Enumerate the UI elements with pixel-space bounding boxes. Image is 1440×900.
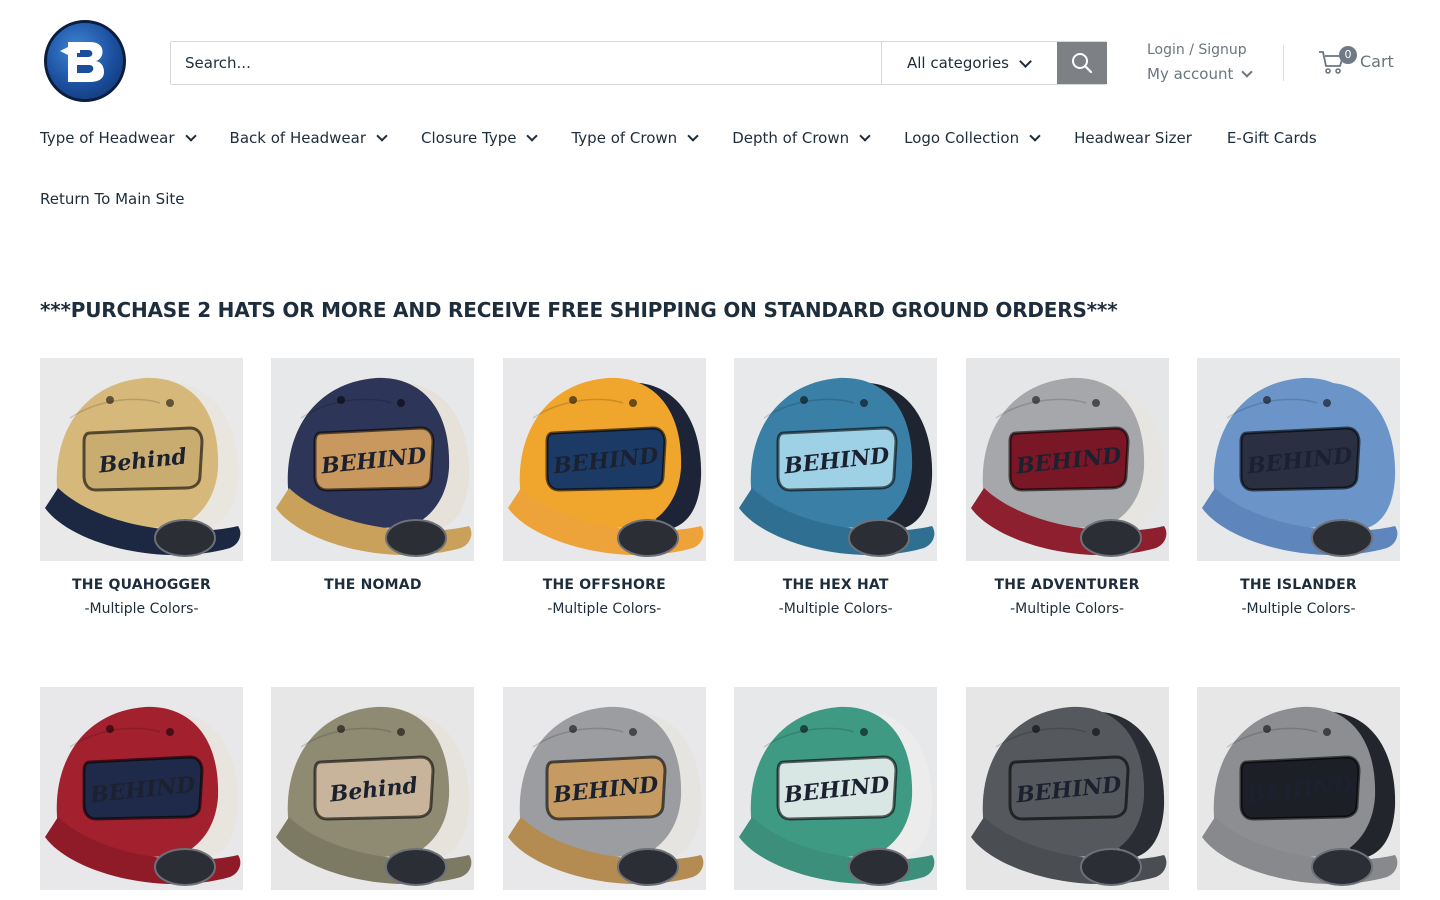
chevron-down-icon [1029, 130, 1041, 142]
cart-count-badge: 0 [1339, 46, 1357, 64]
cart-button[interactable]: 0 Cart [1318, 46, 1394, 75]
chevron-down-icon [1019, 54, 1032, 68]
product-card[interactable]: BEHIND THE HEX HAT -Multiple Colors- [734, 358, 938, 617]
product-title[interactable]: THE HEX HAT [734, 577, 937, 593]
product-image[interactable]: BEHIND [271, 358, 475, 561]
category-select-label: All categories [907, 54, 1009, 72]
product-card[interactable]: BEHIND THE ADVENTURER -Multiple Colors- [965, 358, 1169, 617]
nav-item-type-of-crown[interactable]: Type of Crown [571, 129, 699, 147]
nav-item-label: Type of Headwear [40, 129, 175, 147]
product-title[interactable]: THE OFFSHORE [503, 577, 706, 593]
cap-illustration: BEHIND [965, 358, 1169, 561]
cap-illustration: BEHIND [734, 687, 938, 890]
product-title[interactable]: THE ADVENTURER [966, 577, 1169, 593]
category-select[interactable]: All categories [881, 42, 1057, 84]
nav-item-return-to-main-site[interactable]: Return To Main Site [40, 190, 184, 208]
product-card[interactable]: BEHIND THE ISLANDER -Multiple Colors- [1197, 358, 1400, 617]
chevron-down-icon [526, 130, 539, 142]
search-icon [1072, 53, 1093, 74]
product-card[interactable]: Behind [271, 687, 475, 890]
product-card[interactable]: Behind THE QUAHOGGER -Multiple Colors- [40, 358, 243, 617]
cap-illustration: BEHIND [1197, 358, 1400, 561]
product-card[interactable]: BEHIND [502, 687, 706, 890]
login-signup-link[interactable]: Login / Signup [1147, 40, 1267, 60]
chevron-down-icon [376, 130, 388, 142]
brand-logo[interactable] [44, 20, 126, 102]
product-card[interactable]: BEHIND THE OFFSHORE -Multiple Colors- [502, 358, 706, 617]
product-image[interactable]: BEHIND [40, 687, 243, 890]
nav-row-2: Return To Main Site [40, 190, 219, 208]
nav-item-closure-type[interactable]: Closure Type [421, 129, 539, 147]
cap-illustration: BEHIND [965, 687, 1169, 890]
search-input[interactable] [171, 42, 881, 84]
cap-illustration: BEHIND [271, 358, 475, 561]
product-card[interactable]: BEHIND [965, 687, 1169, 890]
nav-row: Type of Headwear Back of Headwear Closure … [40, 126, 1420, 150]
product-title[interactable]: THE QUAHOGGER [40, 577, 243, 593]
cap-illustration: Behind [40, 358, 243, 561]
product-subtitle: -Multiple Colors- [1241, 601, 1356, 617]
nav-item-label: Type of Crown [571, 129, 678, 147]
product-image[interactable]: BEHIND [502, 358, 706, 561]
product-card[interactable]: BEHIND [1197, 687, 1400, 890]
my-account-dropdown[interactable]: My account [1147, 62, 1267, 86]
cap-illustration: BEHIND [1197, 687, 1400, 890]
product-title[interactable]: THE ISLANDER [1197, 577, 1400, 593]
product-card[interactable]: BEHIND [734, 687, 938, 890]
cap-illustration: BEHIND [40, 687, 243, 890]
cart-label: Cart [1360, 51, 1394, 71]
nav-item-label: Headwear Sizer [1074, 129, 1192, 147]
chevron-down-icon [859, 130, 871, 142]
chevron-down-icon [687, 130, 699, 142]
header-divider [1283, 45, 1284, 81]
product-image[interactable]: BEHIND [965, 687, 1169, 890]
cap-illustration: Behind [271, 687, 475, 890]
product-image[interactable]: BEHIND [734, 358, 938, 561]
product-image[interactable]: BEHIND [965, 358, 1169, 561]
product-image[interactable]: Behind [271, 687, 475, 890]
product-card[interactable]: BEHIND [40, 687, 243, 890]
product-image[interactable]: BEHIND [502, 687, 706, 890]
cap-illustration: BEHIND [734, 358, 938, 561]
nav-item-label: Depth of Crown [732, 129, 850, 147]
my-account-label: My account [1147, 65, 1234, 83]
product-subtitle: -Multiple Colors- [778, 601, 893, 617]
nav-item-label: E-Gift Cards [1226, 129, 1317, 147]
promo-banner: ***PURCHASE 2 HATS OR MORE AND RECEIVE F… [40, 298, 1118, 322]
nav-item-type-of-headwear[interactable]: Type of Headwear [40, 129, 197, 147]
product-image[interactable]: BEHIND [1197, 358, 1400, 561]
product-subtitle: -Multiple Colors- [84, 601, 199, 617]
product-image[interactable]: BEHIND [1197, 687, 1400, 890]
product-image[interactable]: Behind [40, 358, 243, 561]
product-subtitle: -Multiple Colors- [547, 601, 662, 617]
nav-item-label: Closure Type [421, 129, 517, 147]
product-title[interactable]: THE NOMAD [271, 577, 474, 593]
chevron-down-icon [1241, 66, 1254, 78]
nav-item-e-gift-cards[interactable]: E-Gift Cards [1227, 129, 1317, 147]
chevron-down-icon [184, 130, 197, 142]
nav-item-back-of-headwear[interactable]: Back of Headwear [229, 129, 388, 147]
product-image[interactable]: BEHIND [734, 687, 938, 890]
product-card[interactable]: BEHIND THE NOMAD [271, 358, 475, 593]
nav-item-depth-of-crown[interactable]: Depth of Crown [732, 129, 871, 147]
cap-illustration: BEHIND [502, 358, 706, 561]
nav-item-logo-collection[interactable]: Logo Collection [904, 129, 1041, 147]
logo-b-icon [60, 42, 104, 82]
search-bar: All categories [170, 41, 1107, 85]
site-header: All categories Login / Signup My account… [0, 0, 1440, 120]
product-subtitle: -Multiple Colors- [1010, 601, 1125, 617]
nav-item-label: Logo Collection [904, 129, 1020, 147]
cap-illustration: BEHIND [502, 687, 706, 890]
nav-item-headwear-sizer[interactable]: Headwear Sizer [1074, 129, 1192, 147]
nav-item-label: Back of Headwear [229, 129, 367, 147]
main-navigation: Type of Headwear Back of Headwear Closure … [40, 126, 1420, 150]
account-menu: Login / Signup My account [1147, 40, 1267, 86]
search-button[interactable] [1057, 42, 1107, 84]
